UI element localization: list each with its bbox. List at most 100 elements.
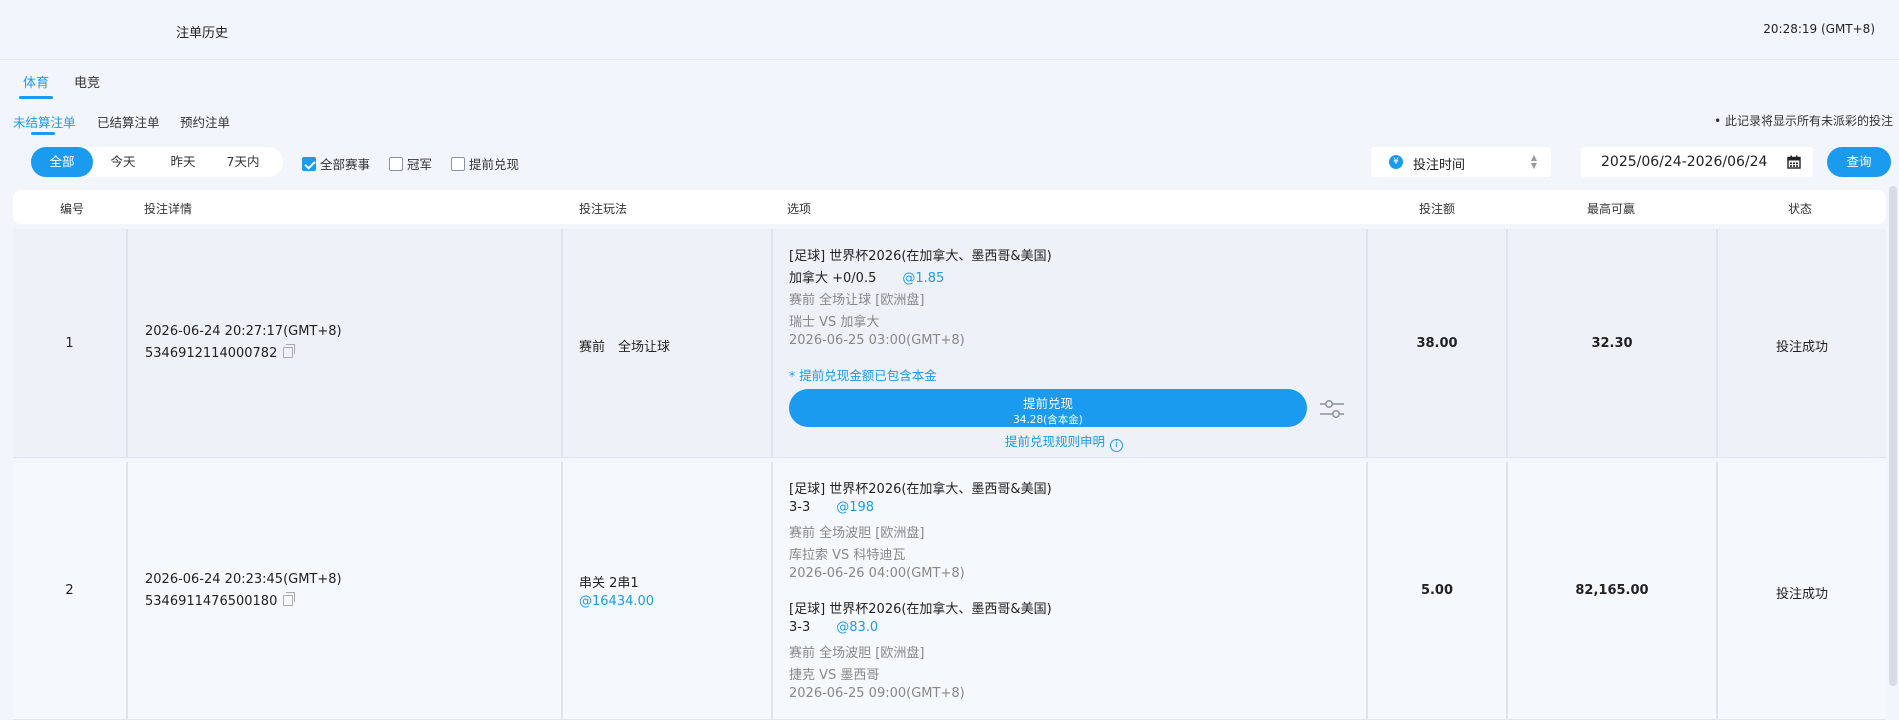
sort-select[interactable]: ¥ 投注时间 ▲ ▼	[1371, 147, 1551, 177]
all-events-label: 全部赛事	[320, 157, 371, 172]
column-header: 状态	[1788, 202, 1813, 216]
column-header: 最高可赢	[1587, 202, 1636, 216]
ticket-number: 5346912114000782	[145, 346, 278, 361]
bet-play-type: 赛前 全场让球	[579, 340, 671, 355]
tab-settled-label: 已结算注单	[97, 115, 160, 130]
table-header: 编号 投注详情 投注玩法 选项 投注额 最高可赢 状态	[13, 190, 1886, 224]
date-range-value: 2025/06/24-2026/06/24	[1601, 154, 1768, 170]
cashout-note: * 提前兑现金额已包含本金	[789, 368, 937, 383]
selection-match: 捷克 VS 墨西哥	[789, 668, 880, 683]
tab-sports-label: 体育	[23, 76, 50, 91]
range-7days-button[interactable]: 7天内	[213, 147, 273, 177]
column-header: 编号	[60, 202, 85, 216]
tab-settled[interactable]: 已结算注单	[97, 112, 160, 131]
column-divider	[771, 229, 773, 457]
bet-max-win: 32.30	[1591, 336, 1633, 351]
bet-time: 2026-06-24 20:23:45(GMT+8)	[145, 572, 342, 587]
bet-stake: 5.00	[1420, 583, 1454, 598]
cashout-amount: 34.28(含本金)	[1013, 414, 1083, 426]
tab-esports[interactable]: 电竞	[74, 72, 100, 91]
filter-toolbar: 全部 今天 昨天 7天内 全部赛事 冠军 提前兑现 ¥ 投注时间 ▲ ▼ 2025…	[31, 147, 1899, 177]
table-row: 1 2026-06-24 20:27:17(GMT+8) 53469121140…	[13, 229, 1886, 458]
column-header: 选项	[787, 202, 812, 216]
column-divider	[126, 462, 128, 719]
selection-league: [足球] 世界杯2026(在加拿大、墨西哥&美国)	[789, 249, 1052, 264]
selection-market: 赛前 全场波胆 [欧洲盘]	[789, 646, 925, 661]
ticket-number: 5346911476500180	[145, 594, 278, 609]
bet-play-type: 串关 2串1	[579, 576, 639, 591]
tab-esports-label: 电竞	[74, 76, 101, 91]
sort-arrows-icon: ▲ ▼	[1530, 153, 1537, 170]
bet-status: 投注成功	[1775, 587, 1828, 602]
column-divider	[771, 462, 773, 719]
pick-odds: @1.85	[902, 271, 945, 286]
table-row: 2 2026-06-24 20:23:45(GMT+8) 53469114765…	[13, 462, 1886, 720]
column-divider	[126, 229, 128, 457]
pick-text: 3-3	[789, 620, 811, 635]
bet-ticket: 5346911476500180	[145, 592, 296, 609]
top-bar: 注单历史 20:28:19 (GMT+8)	[0, 0, 1899, 60]
sort-select-value: 投注时间	[1413, 158, 1466, 173]
tab-reserved[interactable]: 预约注单	[180, 112, 230, 131]
selection-market: 赛前 全场波胆 [欧洲盘]	[789, 526, 925, 541]
bet-status: 投注成功	[1775, 340, 1828, 355]
cashout-settings-icon[interactable]	[1319, 397, 1345, 421]
notice-text: • 此记录将显示所有未派彩的投注	[1714, 114, 1893, 128]
selection-pick: 3-3 @198	[789, 500, 874, 515]
selection-league: [足球] 世界杯2026(在加拿大、墨西哥&美国)	[789, 602, 1052, 617]
info-icon: i	[1110, 439, 1124, 452]
cashout-rules-text: 提前兑现规则申明	[1005, 434, 1106, 449]
column-header: 投注额	[1419, 202, 1456, 216]
tab-reserved-label: 预约注单	[180, 115, 231, 130]
pick-text: 加拿大 +0/0.5	[789, 271, 877, 286]
cashout-button[interactable]: 提前兑现 34.28(含本金)	[789, 389, 1307, 427]
selection-match: 瑞士 VS 加拿大	[789, 315, 880, 330]
column-divider	[561, 462, 563, 719]
bet-time: 2026-06-24 20:27:17(GMT+8)	[145, 324, 342, 339]
selection-pick: 加拿大 +0/0.5 @1.85	[789, 267, 944, 286]
pick-odds: @198	[836, 500, 875, 515]
column-header: 投注详情	[144, 202, 193, 216]
range-yesterday-button[interactable]: 昨天	[153, 147, 213, 177]
date-range-group: 全部 今天 昨天 7天内	[31, 147, 283, 177]
active-status-indicator	[31, 132, 55, 135]
selection-market: 赛前 全场让球 [欧洲盘]	[789, 293, 925, 308]
date-range-picker[interactable]: 2025/06/24-2026/06/24	[1581, 147, 1813, 177]
range-today-button[interactable]: 今天	[93, 147, 153, 177]
tab-unsettled[interactable]: 未结算注单	[13, 112, 76, 135]
outright-label: 冠军	[407, 157, 433, 172]
bet-number: 2	[65, 583, 74, 598]
bet-stake: 38.00	[1416, 336, 1458, 351]
active-tab-indicator	[19, 96, 54, 99]
bet-selection: [足球] 世界杯2026(在加拿大、墨西哥&美国) 加拿大 +0/0.5 @1.8…	[789, 245, 1349, 455]
selection-match: 库拉索 VS 科特迪瓦	[789, 548, 906, 563]
selection-league: [足球] 世界杯2026(在加拿大、墨西哥&美国)	[789, 482, 1052, 497]
copy-icon[interactable]	[283, 592, 296, 606]
range-all-button[interactable]: 全部	[31, 147, 93, 177]
column-header: 投注玩法	[579, 202, 628, 216]
page-title: 注单历史	[176, 26, 229, 41]
all-events-checkbox[interactable]: 全部赛事	[302, 154, 370, 173]
search-button[interactable]: 查询	[1827, 147, 1891, 177]
tab-sports[interactable]: 体育	[19, 72, 54, 99]
outright-checkbox[interactable]: 冠军	[389, 154, 432, 173]
checkbox-icon	[389, 157, 403, 171]
calendar-icon	[1787, 155, 1801, 169]
copy-icon[interactable]	[283, 344, 296, 358]
cashout-rules-link[interactable]: 提前兑现规则申明 i	[1005, 431, 1124, 452]
selection-kickoff: 2026-06-25 03:00(GMT+8)	[789, 333, 965, 348]
tab-unsettled-label: 未结算注单	[13, 115, 76, 130]
checkbox-checked-icon	[302, 157, 316, 171]
bet-play-odds: @16434.00	[579, 594, 655, 609]
bet-selection: [足球] 世界杯2026(在加拿大、墨西哥&美国) 3-3 @198 赛前 全场波…	[789, 478, 1349, 718]
bet-number: 1	[65, 336, 74, 351]
cashout-filter-label: 提前兑现	[469, 157, 520, 172]
pick-odds: @83.0	[836, 620, 879, 635]
cashout-checkbox[interactable]: 提前兑现	[451, 154, 519, 173]
vertical-scrollbar[interactable]	[1889, 186, 1897, 686]
cashout-button-label: 提前兑现	[1022, 396, 1073, 411]
bet-max-win: 82,165.00	[1575, 583, 1649, 598]
bet-ticket: 5346912114000782	[145, 344, 296, 361]
checkbox-icon	[451, 157, 465, 171]
selection-kickoff: 2026-06-25 09:00(GMT+8)	[789, 686, 965, 701]
